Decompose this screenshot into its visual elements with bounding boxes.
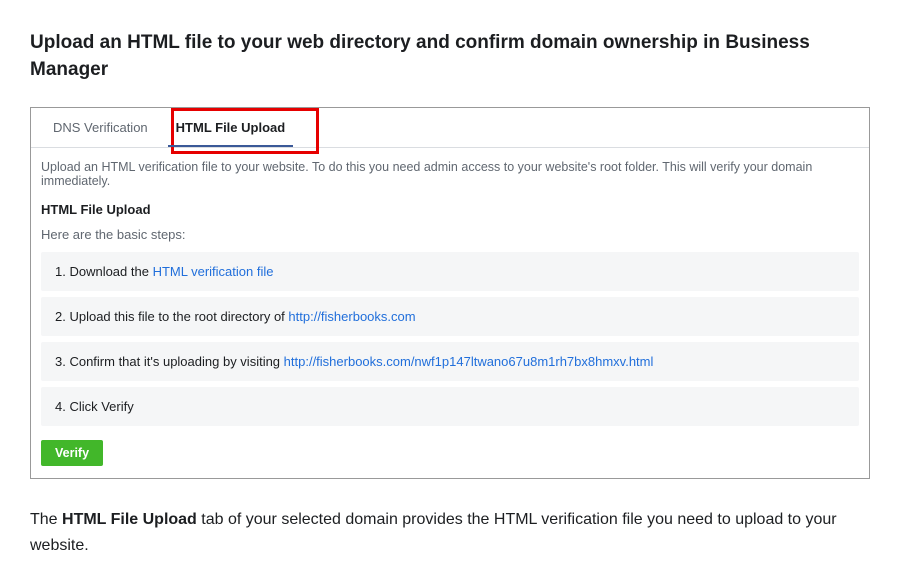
- tab-bar: DNS Verification HTML File Upload: [31, 108, 869, 148]
- domain-link[interactable]: http://fisherbooks.com: [288, 309, 415, 324]
- step-1: 1. Download the HTML verification file: [41, 252, 859, 291]
- page-title: Upload an HTML file to your web director…: [30, 30, 870, 83]
- tab-dns-verification[interactable]: DNS Verification: [39, 108, 162, 147]
- panel-body: Upload an HTML verification file to your…: [31, 148, 869, 478]
- footer-pre: The: [30, 511, 62, 528]
- footer-bold: HTML File Upload: [62, 511, 197, 528]
- steps-intro: Here are the basic steps:: [41, 227, 859, 242]
- step-3: 3. Confirm that it's uploading by visiti…: [41, 342, 859, 381]
- step-2-text: 2. Upload this file to the root director…: [55, 309, 288, 324]
- verification-url-link[interactable]: http://fisherbooks.com/nwf1p147ltwano67u…: [284, 354, 654, 369]
- footer-text: The HTML File Upload tab of your selecte…: [30, 507, 870, 558]
- verification-panel: DNS Verification HTML File Upload Upload…: [30, 107, 870, 479]
- intro-text: Upload an HTML verification file to your…: [41, 160, 859, 188]
- step-3-text: 3. Confirm that it's uploading by visiti…: [55, 354, 284, 369]
- verify-button[interactable]: Verify: [41, 440, 103, 466]
- step-4: 4. Click Verify: [41, 387, 859, 426]
- html-verification-file-link[interactable]: HTML verification file: [153, 264, 274, 279]
- step-4-text: 4. Click Verify: [55, 399, 134, 414]
- tab-html-file-upload[interactable]: HTML File Upload: [162, 108, 300, 147]
- sub-heading: HTML File Upload: [41, 202, 859, 217]
- step-1-text: 1. Download the: [55, 264, 153, 279]
- step-2: 2. Upload this file to the root director…: [41, 297, 859, 336]
